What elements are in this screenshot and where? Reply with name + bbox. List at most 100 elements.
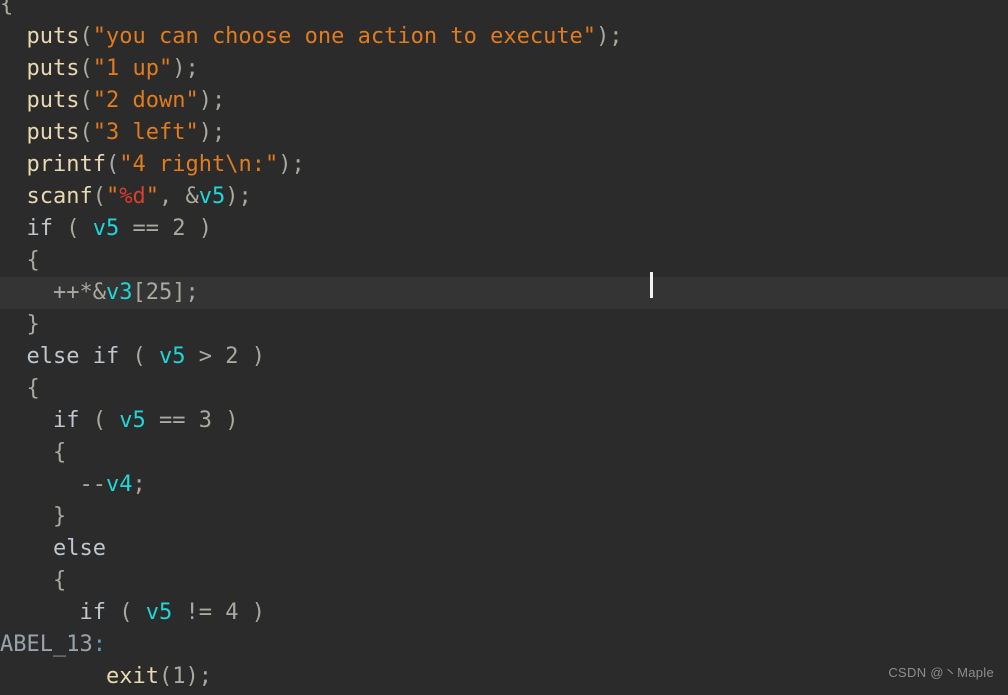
token-punct: ( [79, 120, 93, 145]
token-kw: if [52, 408, 80, 433]
token-punct [0, 184, 27, 209]
token-esc: \n [225, 152, 252, 177]
token-punct [0, 152, 27, 177]
token-num: 2 [225, 344, 239, 369]
line-else-if-v5-gt-2[interactable]: else if ( v5 > 2 ) [0, 341, 1008, 373]
token-num: 25 [145, 280, 173, 305]
token-punct: { [0, 0, 14, 17]
token-lbl: ABEL_13 [0, 632, 93, 657]
token-punct: ; [132, 472, 146, 497]
token-str: "you can choose one action to execute" [92, 24, 597, 49]
line-scanf[interactable]: scanf("%d", &v5); [0, 181, 1008, 213]
token-punct: , & [158, 184, 199, 209]
pseudocode-text-area[interactable]: { puts("you can choose one action to exe… [0, 0, 1008, 693]
token-punct: ( [53, 216, 93, 241]
line-puts-up[interactable]: puts("1 up"); [0, 53, 1008, 85]
token-num: 3 [198, 408, 212, 433]
token-punct: > [185, 344, 226, 369]
line-if-v5-eq-2[interactable]: if ( v5 == 2 ) [0, 213, 1008, 245]
line-puts-banner[interactable]: puts("you can choose one action to execu… [0, 21, 1008, 53]
token-punct: { [0, 376, 40, 401]
token-punct: ]; [172, 280, 199, 305]
token-var: v5 [198, 184, 226, 209]
line-brace-close-3[interactable]: } [0, 501, 1008, 533]
line-if-v5-ne-4[interactable]: if ( v5 != 4 ) [0, 597, 1008, 629]
token-fn: puts [26, 88, 80, 113]
line-else[interactable]: else [0, 533, 1008, 565]
token-punct: ( [79, 88, 93, 113]
token-punct: ); [185, 664, 212, 689]
line-brace-close-1[interactable]: } [0, 309, 1008, 341]
token-punct: ); [596, 24, 623, 49]
token-str: "3 left" [92, 120, 199, 145]
token-punct: == [119, 216, 173, 241]
token-var: v4 [105, 472, 133, 497]
token-punct: ( [105, 152, 120, 177]
token-fn: exit [105, 664, 159, 689]
token-lblc: : [92, 632, 106, 657]
decompiler-window: { puts("you can choose one action to exe… [0, 0, 1008, 695]
token-punct: ( [119, 344, 159, 369]
line-if-v5-eq-3[interactable]: if ( v5 == 3 ) [0, 405, 1008, 437]
line-label-13[interactable]: ABEL_13: [0, 629, 1008, 661]
token-punct [0, 344, 27, 369]
token-var: v5 [92, 216, 120, 241]
token-punct [0, 600, 79, 625]
token-punct: ( [79, 56, 93, 81]
token-punct [0, 216, 27, 241]
token-kw: if [26, 216, 54, 241]
token-fn: puts [26, 56, 80, 81]
token-punct: ++*& [0, 280, 106, 305]
token-fn: puts [26, 24, 80, 49]
token-punct: ( [158, 664, 173, 689]
token-punct [0, 24, 27, 49]
token-punct: ); [198, 120, 226, 145]
token-num: 1 [172, 664, 186, 689]
token-punct: ) [238, 344, 265, 369]
token-punct: } [0, 312, 40, 337]
line-printf-right[interactable]: printf("4 right\n:"); [0, 149, 1008, 181]
token-kw: else [52, 536, 106, 561]
line-brace-open-1[interactable]: { [0, 245, 1008, 277]
token-fn: printf [26, 152, 106, 177]
token-punct [0, 536, 53, 561]
token-str: "1 up" [92, 56, 173, 81]
token-punct: ) [211, 408, 239, 433]
csdn-watermark: CSDN @丶Maple [888, 665, 994, 680]
token-punct: ) [185, 216, 212, 241]
token-var: v3 [105, 280, 133, 305]
token-punct: ); [198, 88, 226, 113]
token-kw: if [79, 600, 106, 625]
token-punct: { [0, 568, 67, 593]
line-exit[interactable]: exit(1); [0, 661, 1008, 693]
token-str: " [145, 184, 159, 209]
token-punct [0, 56, 27, 81]
token-num: 2 [172, 216, 186, 241]
line-brace-open-3[interactable]: { [0, 437, 1008, 469]
line-decr-v4[interactable]: --v4; [0, 469, 1008, 501]
token-fn: scanf [26, 184, 93, 209]
token-str: :" [251, 152, 279, 177]
token-punct: == [145, 408, 199, 433]
token-str: " [105, 184, 120, 209]
token-punct: [ [132, 280, 146, 305]
token-punct: ( [79, 408, 120, 433]
line-puts-down[interactable]: puts("2 down"); [0, 85, 1008, 117]
token-num: 4 [225, 600, 239, 625]
line-open-brace[interactable]: { [0, 0, 1008, 21]
token-str: "2 down" [92, 88, 199, 113]
token-punct [0, 88, 27, 113]
token-punct: ) [238, 600, 265, 625]
line-brace-open-2[interactable]: { [0, 373, 1008, 405]
line-incr-v3[interactable]: ++*&v3[25]; [0, 277, 1008, 309]
line-puts-left[interactable]: puts("3 left"); [0, 117, 1008, 149]
token-kw: else if [26, 344, 120, 369]
token-var: v5 [119, 408, 146, 433]
token-punct: ); [172, 56, 199, 81]
token-punct: { [0, 440, 67, 465]
token-fn: puts [26, 120, 80, 145]
token-punct [0, 120, 27, 145]
line-brace-open-4[interactable]: { [0, 565, 1008, 597]
token-var: v5 [145, 600, 173, 625]
token-var: v5 [158, 344, 186, 369]
